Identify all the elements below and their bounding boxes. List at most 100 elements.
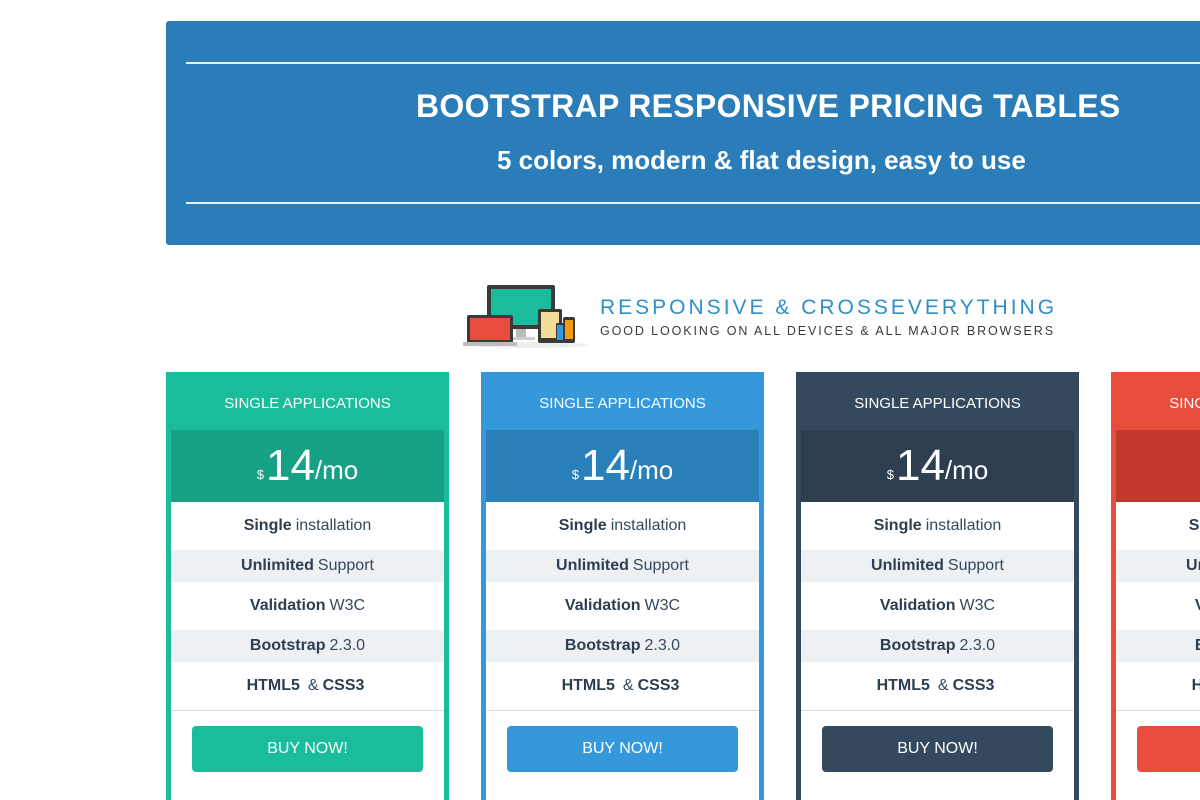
plan-title: SINGLE APPLICATIONS — [486, 377, 759, 430]
plan-title: SINGLE APPLICATIONS — [171, 377, 444, 430]
plan-title-text: SINGLE APPLICATIONS — [224, 395, 391, 412]
feature-text: installation — [295, 517, 372, 534]
plan-price: $14/mo — [171, 430, 444, 502]
price-period: /mo — [314, 455, 359, 485]
plan-title-text: SINGLE APPLICATIONS — [854, 395, 1021, 412]
feature-text: 2.3.0 — [644, 637, 681, 654]
devices-icon — [463, 285, 588, 348]
feature-strong: Single — [243, 517, 292, 534]
feature-row: Bootstrap2.3.0 — [171, 630, 444, 662]
feature-row: HTML5&CSS3 — [486, 662, 759, 710]
price-currency: $ — [571, 466, 579, 482]
price-currency: $ — [886, 466, 894, 482]
banner-divider-top — [186, 62, 1200, 64]
page: BOOTSTRAP RESPONSIVE PRICING TABLES 5 co… — [0, 0, 1200, 800]
responsive-subtitle: GOOD LOOKING ON ALL DEVICES & ALL MAJOR … — [600, 324, 1055, 338]
feature-strong: HTML5 — [876, 677, 930, 694]
feature-list: SingleinstallationUnlimitedSupportValida… — [171, 502, 444, 710]
card-footer: BUY NOW! — [1116, 710, 1200, 786]
feature-row: UnlimitedSupport — [801, 550, 1074, 582]
plan-price: $14/mo — [486, 430, 759, 502]
feature-row: ValidationW3C — [171, 582, 444, 630]
feature-strong: Validation — [879, 597, 956, 614]
feature-row: Singleinstallation — [486, 502, 759, 550]
feature-row: ValidationW3C — [486, 582, 759, 630]
feature-joiner: & — [622, 677, 634, 694]
plan-title-text: SINGLE APPLICATIONS — [539, 395, 706, 412]
feature-row: UnlimitedSupport — [171, 550, 444, 582]
feature-row: Singleinstallation — [171, 502, 444, 550]
feature-text: Support — [632, 557, 689, 574]
price-period: /mo — [944, 455, 989, 485]
banner-divider-bottom — [186, 202, 1200, 204]
feature-text: W3C — [329, 597, 366, 614]
price-amount: 14 — [580, 441, 630, 490]
feature-strong: Single — [1188, 517, 1200, 534]
feature-strong: Unlimited — [1186, 557, 1200, 574]
feature-text: 2.3.0 — [329, 637, 366, 654]
feature-strong: Validation — [564, 597, 641, 614]
plan-title: SINGLE APPLICATIONS — [1116, 377, 1200, 430]
feature-row: UnlimitedSupport — [486, 550, 759, 582]
feature-row: ValidationW3C — [801, 582, 1074, 630]
pricing-card: SINGLE APPLICATIONS $14/moSingleinstallat… — [481, 372, 764, 800]
buy-now-button[interactable]: BUY NOW! — [1137, 725, 1200, 772]
buy-now-button[interactable]: BUY NOW! — [507, 725, 738, 772]
buy-now-button[interactable]: BUY NOW! — [822, 725, 1053, 772]
feature-row: UnlimitedSupport — [1116, 550, 1200, 582]
page-title: BOOTSTRAP RESPONSIVE PRICING TABLES — [416, 88, 1121, 124]
plan-price: $14/mo — [1116, 430, 1200, 502]
feature-row: HTML5&CSS3 — [1116, 662, 1200, 710]
feature-joiner: & — [307, 677, 319, 694]
feature-text: 2.3.0 — [959, 637, 996, 654]
feature-strong: Single — [558, 517, 607, 534]
feature-text: installation — [925, 517, 1002, 534]
card-footer: BUY NOW! — [801, 710, 1074, 786]
price-amount: 14 — [265, 441, 315, 490]
feature-strong: HTML5 — [246, 677, 300, 694]
feature-row: HTML5&CSS3 — [171, 662, 444, 710]
feature-strong: Validation — [1195, 597, 1200, 615]
feature-strong: Unlimited — [241, 557, 314, 574]
feature-text: W3C — [959, 597, 996, 614]
feature-strong: HTML5 — [561, 677, 615, 694]
plan-title: SINGLE APPLICATIONS — [801, 377, 1074, 430]
feature-list: SingleinstallationUnlimitedSupportValida… — [801, 502, 1074, 710]
feature-row: Singleinstallation — [801, 502, 1074, 550]
feature-row: HTML5&CSS3 — [801, 662, 1074, 710]
feature-strong-2: CSS3 — [952, 677, 995, 694]
pricing-card: SINGLE APPLICATIONS $14/moSingleinstallat… — [1111, 372, 1200, 800]
feature-strong-2: CSS3 — [637, 677, 680, 694]
feature-strong: Unlimited — [871, 557, 944, 574]
feature-strong-2: CSS3 — [322, 677, 365, 694]
feature-row: Bootstrap2.3.0 — [1116, 630, 1200, 662]
feature-strong: HTML5 — [1191, 677, 1200, 694]
header-banner: BOOTSTRAP RESPONSIVE PRICING TABLES 5 co… — [166, 21, 1200, 245]
price-amount: 14 — [895, 441, 945, 490]
feature-strong: Unlimited — [556, 557, 629, 574]
feature-strong: Bootstrap — [879, 637, 956, 654]
feature-row: ValidationW3C — [1116, 582, 1200, 630]
plan-price: $14/mo — [801, 430, 1074, 502]
feature-strong: Validation — [249, 597, 326, 614]
feature-list: SingleinstallationUnlimitedSupportValida… — [486, 502, 759, 710]
feature-strong: Bootstrap — [1195, 637, 1200, 655]
feature-strong: Bootstrap — [249, 637, 326, 654]
feature-joiner: & — [937, 677, 949, 694]
feature-row: Bootstrap2.3.0 — [486, 630, 759, 662]
pricing-card: SINGLE APPLICATIONS$14/moSingleinstallat… — [796, 372, 1079, 800]
pricing-card: SINGLE APPLICATIONS$14/moSingleinstallat… — [166, 372, 449, 800]
feature-strong: Bootstrap — [564, 637, 641, 654]
card-footer: BUY NOW! — [171, 710, 444, 786]
feature-strong: Single — [873, 517, 922, 534]
plan-title-text: SINGLE APPLICATIONS — [1169, 395, 1200, 412]
feature-list: SingleinstallationUnlimitedSupportValida… — [1116, 502, 1200, 710]
responsive-title: RESPONSIVE & CROSSEVERYTHING — [600, 296, 1058, 319]
card-footer: BUY NOW! — [486, 710, 759, 786]
price-currency: $ — [256, 466, 264, 482]
feature-text: Support — [947, 557, 1004, 574]
page-subtitle: 5 colors, modern & flat design, easy to … — [497, 145, 1026, 175]
buy-now-button[interactable]: BUY NOW! — [192, 725, 423, 772]
feature-text: W3C — [644, 597, 681, 614]
feature-row: Bootstrap2.3.0 — [801, 630, 1074, 662]
